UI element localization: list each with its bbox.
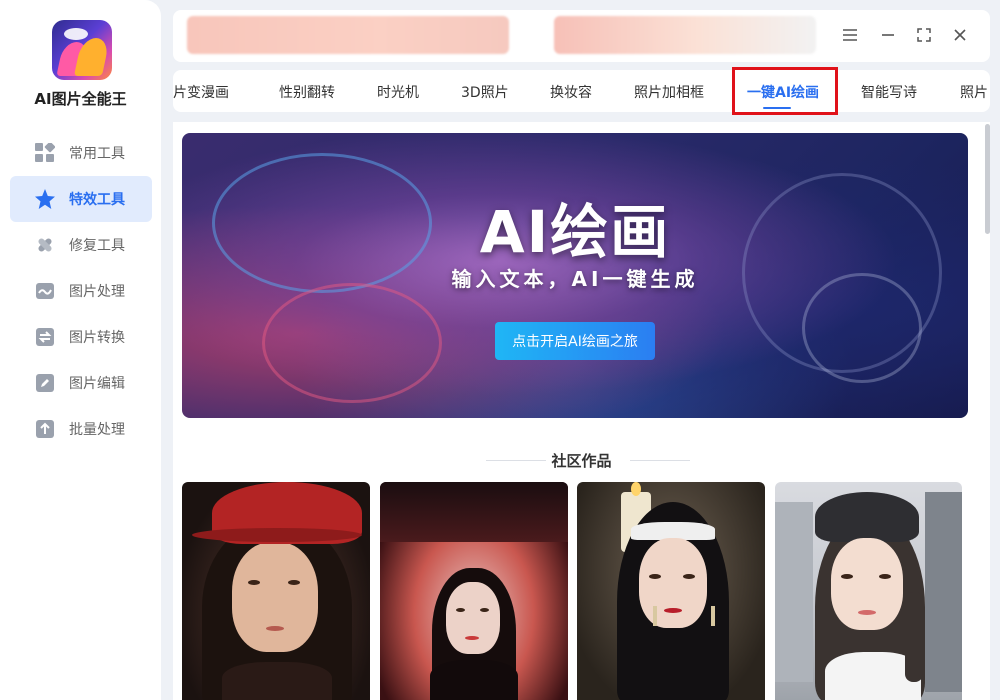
tab-photo-frame[interactable]: 照片加相框 (634, 82, 704, 102)
ai-painting-banner: AI绘画 输入文本，AI一键生成 点击开启AI绘画之旅 (182, 133, 968, 418)
star-icon (34, 188, 56, 210)
main-content: AI绘画 输入文本，AI一键生成 点击开启AI绘画之旅 社区作品 (173, 122, 990, 700)
tab-photo-to-comic[interactable]: 照片变漫画 (173, 82, 229, 102)
blurred-banner-right (554, 16, 816, 54)
sidebar: AI图片全能王 常用工具 特效工具 修复工具 图片处理 图片转换 图片编辑 批量… (0, 0, 161, 700)
maximize-icon (917, 27, 931, 46)
banner-title: AI绘画 (479, 198, 671, 266)
sidebar-item-label: 图片转换 (69, 330, 125, 346)
maximize-button[interactable] (912, 24, 936, 48)
image-wave-icon (34, 280, 56, 302)
gallery-item[interactable] (380, 482, 568, 700)
content-scrollbar[interactable] (985, 124, 990, 234)
upload-icon (34, 418, 56, 440)
sidebar-item-common-tools[interactable]: 常用工具 (10, 130, 152, 176)
tab-3d-photo[interactable]: 3D照片 (461, 82, 509, 102)
sidebar-item-image-convert[interactable]: 图片转换 (10, 314, 152, 360)
grid-icon (34, 142, 56, 164)
sidebar-item-effect-tools[interactable]: 特效工具 (10, 176, 152, 222)
sidebar-item-label: 图片编辑 (69, 376, 125, 392)
tab-gender-swap[interactable]: 性别翻转 (279, 82, 335, 102)
gallery-item[interactable] (182, 482, 370, 700)
sidebar-item-image-edit[interactable]: 图片编辑 (10, 360, 152, 406)
blurred-banner-left (187, 16, 509, 54)
start-ai-painting-button[interactable]: 点击开启AI绘画之旅 (495, 322, 655, 360)
sidebar-item-batch-processing[interactable]: 批量处理 (10, 406, 152, 452)
top-bar (173, 10, 990, 62)
sidebar-item-label: 特效工具 (69, 192, 125, 208)
tab-makeup[interactable]: 换妆容 (550, 82, 592, 102)
gallery-item[interactable] (775, 482, 962, 700)
app-name: AI图片全能王 (34, 90, 127, 108)
tab-photo-more[interactable]: 照片 (960, 82, 988, 102)
sidebar-item-image-processing[interactable]: 图片处理 (10, 268, 152, 314)
menu-button[interactable] (838, 24, 862, 48)
banner-subtitle: 输入文本，AI一键生成 (451, 267, 699, 291)
minimize-icon (881, 27, 895, 46)
close-button[interactable] (948, 24, 972, 48)
sidebar-item-label: 图片处理 (69, 284, 125, 300)
highlight-annotation (732, 67, 838, 115)
sidebar-item-repair-tools[interactable]: 修复工具 (10, 222, 152, 268)
community-works-title: 社区作品 (551, 452, 612, 470)
hamburger-icon (842, 27, 858, 46)
tab-time-machine[interactable]: 时光机 (377, 82, 419, 102)
sidebar-nav: 常用工具 特效工具 修复工具 图片处理 图片转换 图片编辑 批量处理 (10, 130, 152, 452)
convert-icon (34, 326, 56, 348)
feature-tabs: 照片变漫画 性别翻转 时光机 3D照片 换妆容 照片加相框 一键AI绘画 智能写… (173, 70, 990, 112)
sidebar-item-label: 常用工具 (69, 146, 125, 162)
gallery-item[interactable] (577, 482, 765, 700)
bandage-icon (34, 234, 56, 256)
community-gallery (182, 482, 972, 700)
tab-smart-poetry[interactable]: 智能写诗 (861, 82, 917, 102)
edit-icon (34, 372, 56, 394)
sidebar-item-label: 批量处理 (69, 422, 125, 438)
close-icon (953, 27, 967, 46)
app-logo (52, 20, 112, 80)
divider-right (630, 460, 690, 461)
sidebar-item-label: 修复工具 (69, 238, 125, 254)
minimize-button[interactable] (876, 24, 900, 48)
